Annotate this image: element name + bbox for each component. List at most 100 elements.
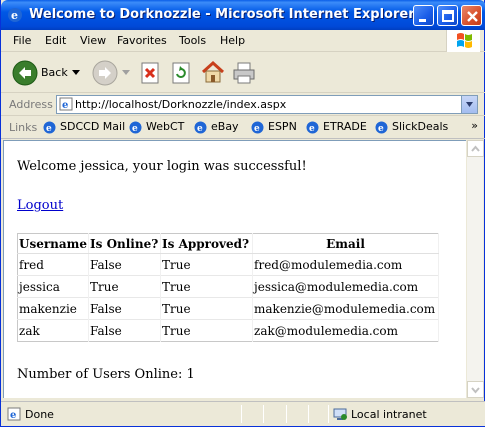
menu-help[interactable]: Help <box>220 34 245 47</box>
forward-button[interactable] <box>91 59 119 91</box>
users-table: Username Is Online? Is Approved? Email f… <box>17 233 440 342</box>
cell-email: fred@modulemedia.com <box>252 253 440 276</box>
scroll-down-button[interactable] <box>467 381 484 398</box>
status-divider <box>328 405 329 423</box>
security-zone: Local intranet <box>351 408 427 421</box>
minimize-icon <box>419 19 426 22</box>
menu-edit[interactable]: Edit <box>45 34 66 47</box>
welcome-message: Welcome jessica, your login was successf… <box>17 159 307 174</box>
status-divider <box>308 405 309 423</box>
forward-arrow-icon <box>92 60 118 86</box>
link-ebay[interactable]: e eBay <box>194 120 239 134</box>
table-row: fred False True fred@modulemedia.com <box>17 253 440 276</box>
ie-link-icon: e <box>129 121 142 134</box>
link-label: eBay <box>211 120 239 133</box>
back-label: Back <box>41 66 68 79</box>
header-is-approved: Is Approved? <box>160 233 254 254</box>
cell-username: zak <box>17 319 90 342</box>
svg-text:e: e <box>309 124 315 134</box>
svg-text:e: e <box>197 124 203 134</box>
link-webct[interactable]: e WebCT <box>129 120 184 134</box>
cell-is-approved: True <box>160 253 254 276</box>
cell-is-online: False <box>88 253 162 276</box>
menu-bar: File Edit View Favorites Tools Help <box>1 30 485 52</box>
menu-view[interactable]: View <box>80 34 106 47</box>
title-bar[interactable]: e Welcome to Dorknozzle - Microsoft Inte… <box>1 0 485 30</box>
cell-is-online: True <box>88 275 162 298</box>
home-button[interactable] <box>200 60 226 88</box>
header-username: Username <box>17 233 90 254</box>
link-label: ESPN <box>268 120 297 133</box>
header-email: Email <box>252 233 440 254</box>
ie-link-icon: e <box>251 121 264 134</box>
menu-file[interactable]: File <box>13 34 31 47</box>
table-row: jessica True True jessica@modulemedia.co… <box>17 275 440 298</box>
printer-icon <box>233 62 255 84</box>
svg-text:e: e <box>46 124 52 134</box>
chevron-up-icon <box>471 145 480 152</box>
links-label: Links <box>9 121 38 134</box>
logout-link[interactable]: Logout <box>17 198 63 213</box>
address-url: http://localhost/Dorknozzle/index.aspx <box>75 98 287 111</box>
link-slickdeals[interactable]: e SlickDeals <box>375 120 448 134</box>
svg-text:e: e <box>10 410 16 421</box>
header-is-online: Is Online? <box>88 233 162 254</box>
refresh-button[interactable] <box>171 62 193 88</box>
page-content: Welcome jessica, your login was successf… <box>3 140 466 398</box>
links-bar: Links e SDCCD Mail e WebCT e eBay e ESPN e ET… <box>1 117 485 139</box>
link-label: ETRADE <box>323 120 367 133</box>
maximize-button[interactable] <box>437 5 458 26</box>
stop-button[interactable] <box>140 62 162 88</box>
address-bar: Address e http://localhost/Dorknozzle/in… <box>1 94 485 116</box>
cell-username: jessica <box>17 275 90 298</box>
vertical-scrollbar[interactable] <box>466 140 484 398</box>
links-chevron-icon[interactable]: » <box>471 119 478 132</box>
chevron-down-icon <box>471 387 480 394</box>
forward-dropdown-icon[interactable] <box>122 70 130 76</box>
address-label: Address <box>9 98 53 111</box>
link-etrade[interactable]: e ETRADE <box>306 120 367 134</box>
link-sdccd-mail[interactable]: e SDCCD Mail <box>43 120 125 134</box>
table-row: makenzie False True makenzie@modulemedia… <box>17 297 440 320</box>
cell-is-online: False <box>88 319 162 342</box>
ie-link-icon: e <box>194 121 207 134</box>
ie-icon: e <box>8 8 22 22</box>
link-label: SlickDeals <box>392 120 449 133</box>
scroll-up-button[interactable] <box>467 140 484 157</box>
cell-email: jessica@modulemedia.com <box>252 275 440 298</box>
address-input[interactable]: e http://localhost/Dorknozzle/index.aspx <box>56 95 478 114</box>
link-espn[interactable]: e ESPN <box>251 120 297 134</box>
svg-text:e: e <box>378 124 384 134</box>
back-button[interactable] <box>11 59 39 91</box>
cell-username: makenzie <box>17 297 90 320</box>
cell-is-approved: True <box>160 319 254 342</box>
svg-text:e: e <box>254 124 260 134</box>
cell-username: fred <box>17 253 90 276</box>
users-online-count: Number of Users Online: 1 <box>17 367 195 382</box>
menu-favorites[interactable]: Favorites <box>117 34 167 47</box>
cell-email: zak@modulemedia.com <box>252 319 440 342</box>
cell-is-online: False <box>88 297 162 320</box>
table-header-row: Username Is Online? Is Approved? Email <box>17 233 440 254</box>
address-dropdown-button[interactable] <box>461 96 477 113</box>
chevron-down-icon <box>466 102 473 107</box>
maximize-icon <box>442 10 454 22</box>
page-done-icon: e <box>7 407 21 421</box>
window-title: Welcome to Dorknozzle - Microsoft Intern… <box>29 7 415 22</box>
svg-text:e: e <box>62 100 68 111</box>
refresh-icon <box>172 62 190 84</box>
cell-email: makenzie@modulemedia.com <box>252 297 440 320</box>
cell-is-approved: True <box>160 275 254 298</box>
cell-is-approved: True <box>160 297 254 320</box>
link-label: WebCT <box>146 120 185 133</box>
link-label: SDCCD Mail <box>60 120 126 133</box>
print-button[interactable] <box>231 61 257 89</box>
menu-tools[interactable]: Tools <box>179 34 206 47</box>
status-divider <box>286 405 287 423</box>
minimize-button[interactable] <box>413 5 434 26</box>
browser-window: e Welcome to Dorknozzle - Microsoft Inte… <box>0 0 485 427</box>
svg-text:e: e <box>132 124 138 134</box>
status-divider <box>263 405 264 423</box>
close-button[interactable] <box>461 5 482 26</box>
back-dropdown-icon[interactable] <box>72 70 80 76</box>
